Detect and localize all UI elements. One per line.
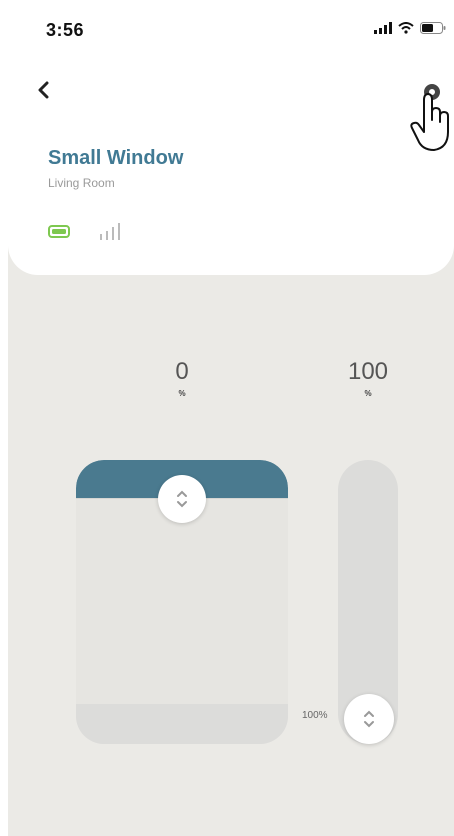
- signal-icon: [100, 223, 120, 240]
- position-value: 100: [347, 358, 389, 385]
- position-slider-label: 100%: [302, 710, 328, 721]
- room-name: Living Room: [48, 176, 115, 190]
- tilt-unit: %: [178, 389, 186, 398]
- tilt-handle[interactable]: [158, 475, 206, 523]
- tilt-value: 0: [175, 358, 189, 385]
- phone-screen: 3:56 Small Window Living Room 0 % 100 % …: [8, 0, 454, 836]
- device-header-card: 3:56 Small Window Living Room: [8, 0, 454, 275]
- phone-battery-icon: [420, 22, 446, 34]
- battery-icon: [48, 225, 70, 238]
- blind-bottom: [76, 704, 288, 744]
- hand-cursor-icon: [410, 93, 449, 151]
- position-handle[interactable]: [344, 694, 394, 744]
- chevron-up-down-icon: [177, 490, 187, 508]
- left-margin: [0, 0, 8, 836]
- back-button[interactable]: [36, 75, 50, 105]
- device-name: Small Window: [48, 147, 184, 169]
- status-time: 3:56: [46, 20, 85, 40]
- cellular-signal-icon: [374, 22, 392, 34]
- back-icon: [38, 81, 49, 99]
- wifi-icon: [398, 22, 414, 34]
- position-unit: %: [364, 389, 372, 398]
- status-icons: [374, 22, 446, 34]
- chevron-up-down-icon: [364, 710, 374, 728]
